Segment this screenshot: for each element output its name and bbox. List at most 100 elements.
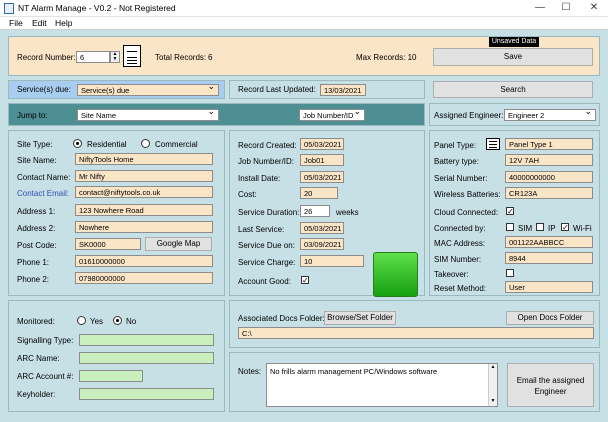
search-button[interactable]: Search [433, 81, 593, 98]
mac-address-input[interactable]: 001122AABBCC [505, 236, 593, 248]
phone1-value: 01610000000 [79, 257, 125, 266]
open-docs-folder-button[interactable]: Open Docs Folder [506, 311, 594, 325]
monitored-label: Monitored: [17, 317, 55, 326]
job-panel: Record Created: 05/03/2021 Job Number/ID… [229, 130, 425, 297]
reset-method-input[interactable]: User [505, 281, 593, 293]
job-number-label: Job Number/ID: [238, 157, 295, 166]
minimize-button[interactable]: — [526, 0, 554, 17]
service-due-label: Service Due on: [238, 241, 295, 250]
contact-name-value: Mr Nifty [79, 172, 105, 181]
notes-scrollbar[interactable]: ▲ ▼ [488, 364, 497, 406]
weeks-label: weeks [336, 208, 359, 217]
address2-input[interactable]: Nowhere [75, 221, 213, 233]
last-updated-panel: Record Last Updated: 13/03/2021 [229, 80, 425, 99]
service-duration-input[interactable]: 26 [300, 205, 330, 217]
install-date-label: Install Date: [238, 174, 281, 183]
keyholder-input[interactable] [79, 388, 214, 400]
docs-path-field[interactable]: C:\ [238, 327, 594, 339]
sim-number-value: 8944 [509, 254, 526, 263]
site-name-input[interactable]: NiftyTools Home [75, 153, 213, 165]
browse-folder-button[interactable]: Browse/Set Folder [324, 311, 396, 325]
total-records-label: Total Records: [155, 53, 207, 62]
menu-file[interactable]: File [9, 18, 23, 28]
documents-icon[interactable] [123, 45, 141, 67]
notes-textarea[interactable]: No frills alarm management PC/Windows so… [266, 363, 498, 407]
wifi-label: Wi-Fi [573, 224, 592, 233]
record-number-input[interactable]: 6 [76, 51, 110, 63]
services-due-value: Service(s) due [81, 86, 130, 95]
monitored-yes-radio[interactable] [77, 316, 86, 325]
residential-radio[interactable] [73, 139, 82, 148]
email-engineer-button[interactable]: Email the assigned Engineer [507, 363, 594, 407]
panel-type-label: Panel Type: [434, 141, 477, 150]
services-due-panel: Service(s) due: Service(s) due [8, 80, 225, 99]
notes-value: No frills alarm management PC/Windows so… [270, 367, 438, 376]
sim-number-label: SIM Number: [434, 255, 482, 264]
install-date-value: 05/03/2021 [304, 173, 342, 182]
arc-name-label: ARC Name: [17, 354, 60, 363]
contact-email-link[interactable]: Contact Email: [17, 189, 69, 198]
serial-number-input[interactable]: 40000000000 [505, 171, 593, 183]
site-name-jump-select[interactable]: Site Name [77, 109, 219, 121]
serial-number-label: Serial Number: [434, 174, 488, 183]
last-service-input[interactable]: 05/03/2021 [300, 222, 344, 234]
battery-type-input[interactable]: 12V 7AH [505, 154, 593, 166]
commercial-radio[interactable] [141, 139, 150, 148]
service-duration-label: Service Duration: [238, 208, 300, 217]
arc-account-input[interactable] [79, 370, 143, 382]
max-records-label: Max Records: 10 [356, 53, 417, 62]
commercial-label: Commercial [155, 140, 198, 149]
maximize-button[interactable]: ☐ [552, 0, 580, 17]
battery-type-value: 12V 7AH [509, 156, 540, 165]
phone1-input[interactable]: 01610000000 [75, 255, 213, 267]
service-charge-input[interactable]: 10 [300, 255, 364, 267]
app-icon [4, 3, 14, 14]
account-good-checkbox[interactable]: ✓ [301, 276, 309, 285]
job-number-input[interactable]: Job01 [300, 154, 344, 166]
contact-name-label: Contact Name: [17, 173, 71, 182]
wifi-checkbox[interactable]: ✓ [561, 223, 569, 232]
takeover-checkbox[interactable] [506, 269, 514, 277]
panel-info-panel: Panel Type: Panel Type 1 Battery type: 1… [429, 130, 600, 296]
monitored-no-radio[interactable] [113, 316, 122, 325]
phone2-input[interactable]: 07980000000 [75, 272, 213, 284]
close-button[interactable]: ✕ [580, 0, 608, 17]
contact-email-input[interactable]: contact@niftytools.co.uk [75, 186, 213, 198]
last-service-label: Last Service: [238, 225, 285, 234]
address2-value: Nowhere [79, 223, 110, 232]
menu-edit[interactable]: Edit [32, 18, 47, 28]
services-due-select[interactable]: Service(s) due [77, 84, 219, 96]
cloud-connected-checkbox[interactable]: ✓ [506, 207, 514, 216]
last-updated-label: Record Last Updated: [238, 85, 316, 94]
account-good-label: Account Good: [238, 277, 291, 286]
record-number-spinner[interactable]: ▲ ▼ [110, 51, 120, 63]
serial-number-value: 40000000000 [509, 173, 555, 182]
install-date-input[interactable]: 05/03/2021 [300, 171, 344, 183]
assigned-engineer-select[interactable]: Engineer 2 [504, 109, 596, 121]
postcode-input[interactable]: SK0000 [75, 238, 141, 250]
address1-label: Address 1: [17, 207, 56, 216]
docs-folder-label: Associated Docs Folder: [238, 314, 325, 323]
signalling-type-input[interactable] [79, 334, 214, 346]
notes-panel: Notes: No frills alarm management PC/Win… [229, 352, 600, 412]
contact-name-input[interactable]: Mr Nifty [75, 170, 213, 182]
list-icon[interactable] [486, 138, 500, 150]
docs-panel: Associated Docs Folder: Browse/Set Folde… [229, 300, 600, 348]
menu-help[interactable]: Help [55, 18, 72, 28]
notes-label: Notes: [238, 367, 262, 376]
ip-checkbox[interactable] [536, 223, 544, 231]
arc-name-input[interactable] [79, 352, 214, 364]
wireless-batteries-input[interactable]: CR123A [505, 187, 593, 199]
assigned-engineer-label: Assigned Engineer: [434, 111, 504, 120]
window-title: NT Alarm Manage - V0.2 - Not Registered [18, 3, 176, 13]
record-number-label: Record Number: [17, 53, 76, 62]
google-map-button[interactable]: Google Map [145, 237, 212, 251]
panel-type-input[interactable]: Panel Type 1 [505, 138, 593, 150]
sim-number-input[interactable]: 8944 [505, 252, 593, 264]
job-number-jump-select[interactable]: Job Number/ID [299, 109, 365, 121]
takeover-label: Takeover: [434, 270, 469, 279]
address1-input[interactable]: 123 Nowhere Road [75, 204, 213, 216]
cost-input[interactable]: 20 [300, 187, 338, 199]
sim-checkbox[interactable] [506, 223, 514, 231]
save-button[interactable]: Save [433, 48, 593, 66]
